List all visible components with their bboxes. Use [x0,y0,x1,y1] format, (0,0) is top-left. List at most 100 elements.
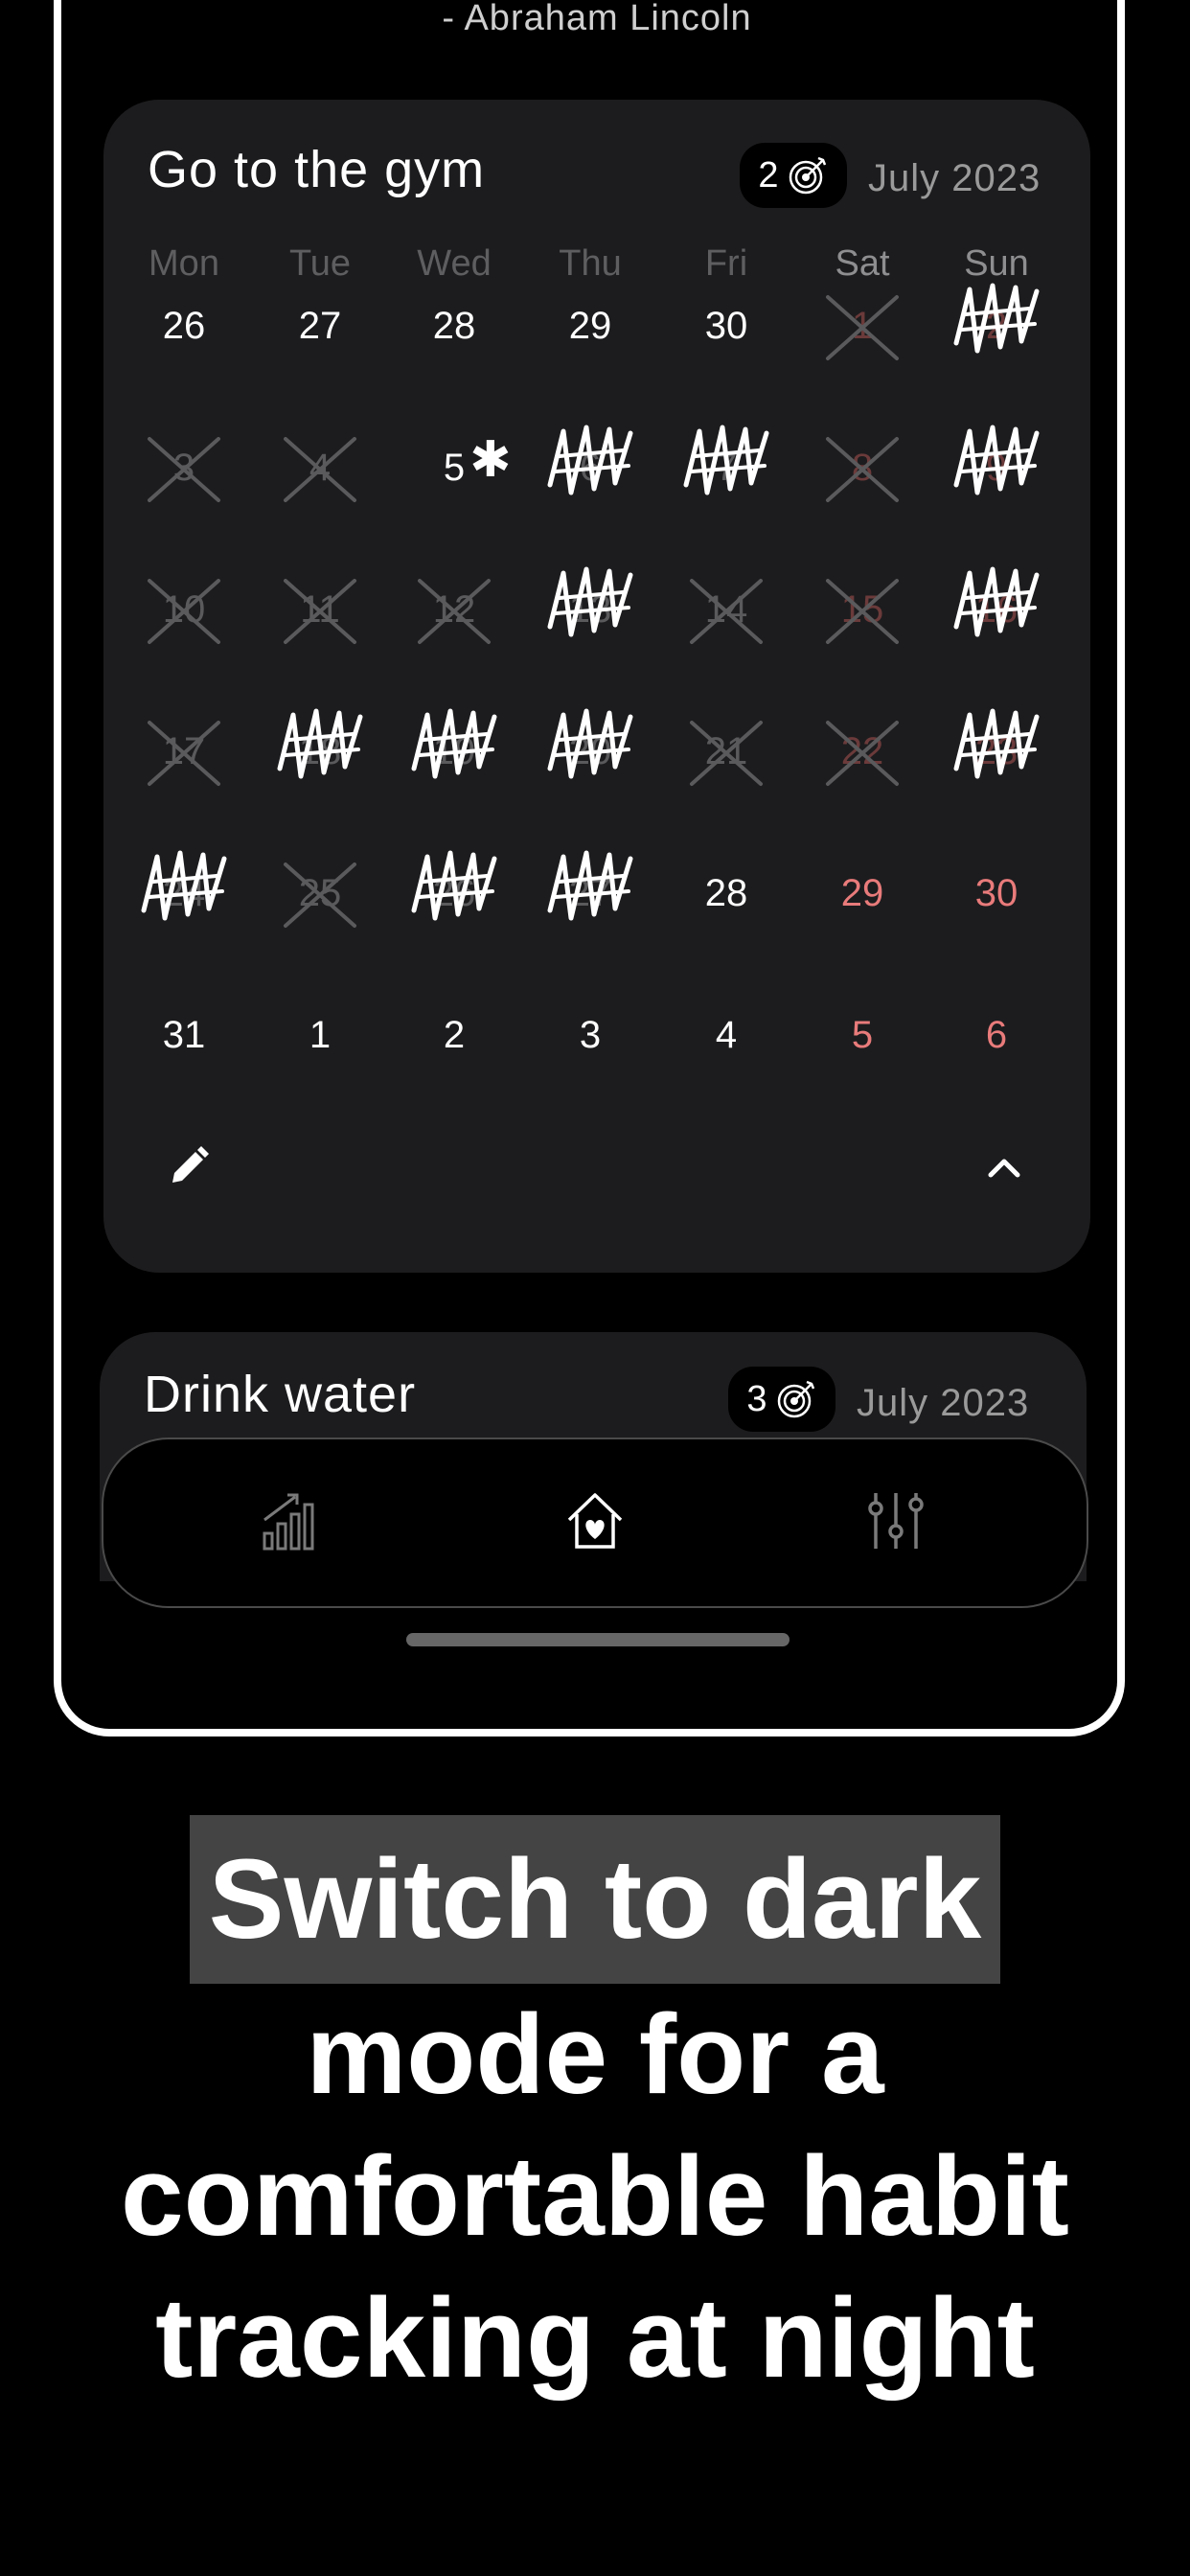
day-number: 3 [579,1014,602,1056]
cross-mark-icon [690,579,763,644]
day-number: 29 [568,305,612,347]
streak-badge: 2 [740,143,847,208]
month-label: July 2023 [868,157,1041,199]
cross-mark-icon [690,721,763,786]
caption-line: tracking at night [155,2275,1035,2402]
day-number: 28 [432,305,476,347]
day-number: 2 [443,1014,466,1056]
cross-mark-icon [826,579,899,644]
day-number: 31 [162,1014,206,1056]
calendar-day[interactable]: 12 [387,552,521,667]
scribble-mark-icon [683,425,769,495]
scribble-mark-icon [277,708,363,779]
calendar-day[interactable]: 7 [659,410,793,525]
calendar-day[interactable]: 13 [523,552,657,667]
home-heart-icon [567,1493,623,1549]
calendar-day[interactable]: 6 [929,978,1064,1092]
calendar-day[interactable]: 14 [659,552,793,667]
calendar-day[interactable]: 29 [523,268,657,383]
settings-sliders-icon [868,1493,924,1549]
day-number: 1 [309,1014,332,1056]
calendar-day[interactable]: 25 [253,836,387,951]
streak-badge: 3 [728,1367,835,1432]
day-number: 27 [298,305,342,347]
nav-home[interactable] [561,1487,629,1554]
scribble-mark-icon [141,850,227,921]
calendar-day[interactable]: 23 [929,694,1064,809]
calendar-day[interactable]: 1 [253,978,387,1092]
nav-stats[interactable] [259,1487,326,1554]
day-number: 28 [704,872,748,914]
cross-mark-icon [826,437,899,502]
calendar-day[interactable]: 3 [523,978,657,1092]
calendar-day[interactable]: 16 [929,552,1064,667]
calendar-day[interactable]: 29 [795,836,929,951]
cross-mark-icon [284,437,356,502]
phone-frame: - Abraham Lincoln Go to the gym 2 July 2… [54,0,1125,1736]
scribble-mark-icon [953,283,1040,354]
scribble-mark-icon [547,566,633,637]
calendar-day[interactable]: 26 [117,268,251,383]
day-number: 5 [851,1014,874,1056]
scribble-mark-icon [953,425,1040,495]
calendar-day[interactable]: 17 [117,694,251,809]
calendar-day[interactable]: 18 [253,694,387,809]
caption-line: mode for a [306,1991,884,2118]
day-number: 4 [715,1014,738,1056]
scribble-mark-icon [547,708,633,779]
day-number: 6 [985,1014,1008,1056]
asterisk-icon: ✱ [469,432,512,488]
calendar-day[interactable]: 30 [929,836,1064,951]
habit-title: Drink water [144,1366,417,1423]
calendar-day[interactable]: 21 [659,694,793,809]
day-number: 29 [840,872,884,914]
target-icon [777,1380,814,1418]
chevron-up-icon[interactable] [983,1148,1025,1186]
day-number: 30 [704,305,748,347]
calendar-day[interactable]: 26 [387,836,521,951]
calendar-day[interactable]: 1 [795,268,929,383]
calendar-day[interactable]: 31 [117,978,251,1092]
scribble-mark-icon [953,708,1040,779]
calendar-day[interactable]: 27 [523,836,657,951]
calendar-day[interactable]: 24 [117,836,251,951]
month-label: July 2023 [857,1382,1030,1424]
calendar-day[interactable]: 4 [659,978,793,1092]
nav-settings[interactable] [862,1487,929,1554]
calendar-day[interactable]: 2 [387,978,521,1092]
calendar-day[interactable]: 22 [795,694,929,809]
pencil-icon[interactable] [167,1144,211,1188]
cross-mark-icon [148,437,220,502]
day-number: 30 [974,872,1018,914]
calendar-day[interactable]: 20 [523,694,657,809]
calendar-day[interactable]: 11 [253,552,387,667]
caption: Switch to dark mode for a comfortable ha… [0,1815,1190,2409]
calendar-day[interactable]: 5 [795,978,929,1092]
calendar-day[interactable]: 19 [387,694,521,809]
calendar-day[interactable]: 15 [795,552,929,667]
calendar-day[interactable]: 10 [117,552,251,667]
calendar-day[interactable]: 4 [253,410,387,525]
calendar-day[interactable]: 30 [659,268,793,383]
calendar-day[interactable]: 6 [523,410,657,525]
cross-mark-icon [284,862,356,928]
calendar-day[interactable]: 2 [929,268,1064,383]
calendar-day[interactable]: 8 [795,410,929,525]
calendar-day[interactable]: 5 ✱ [387,410,521,525]
calendar-day[interactable]: 9 [929,410,1064,525]
bottom-nav [102,1438,1088,1608]
home-indicator[interactable] [406,1633,790,1646]
cross-mark-icon [826,295,899,360]
day-number: 26 [162,305,206,347]
streak-count: 3 [746,1378,767,1419]
scribble-mark-icon [411,850,497,921]
calendar-day[interactable]: 28 [659,836,793,951]
habit-card-gym[interactable]: Go to the gym 2 July 2023 Mon Tue Wed Thu Fr… [103,100,1090,1273]
scribble-mark-icon [547,425,633,495]
calendar-day[interactable]: 27 [253,268,387,383]
calendar-day[interactable]: 28 [387,268,521,383]
calendar-day[interactable]: 3 [117,410,251,525]
quote-author: - Abraham Lincoln [442,0,752,38]
scribble-mark-icon [547,850,633,921]
cross-mark-icon [284,579,356,644]
